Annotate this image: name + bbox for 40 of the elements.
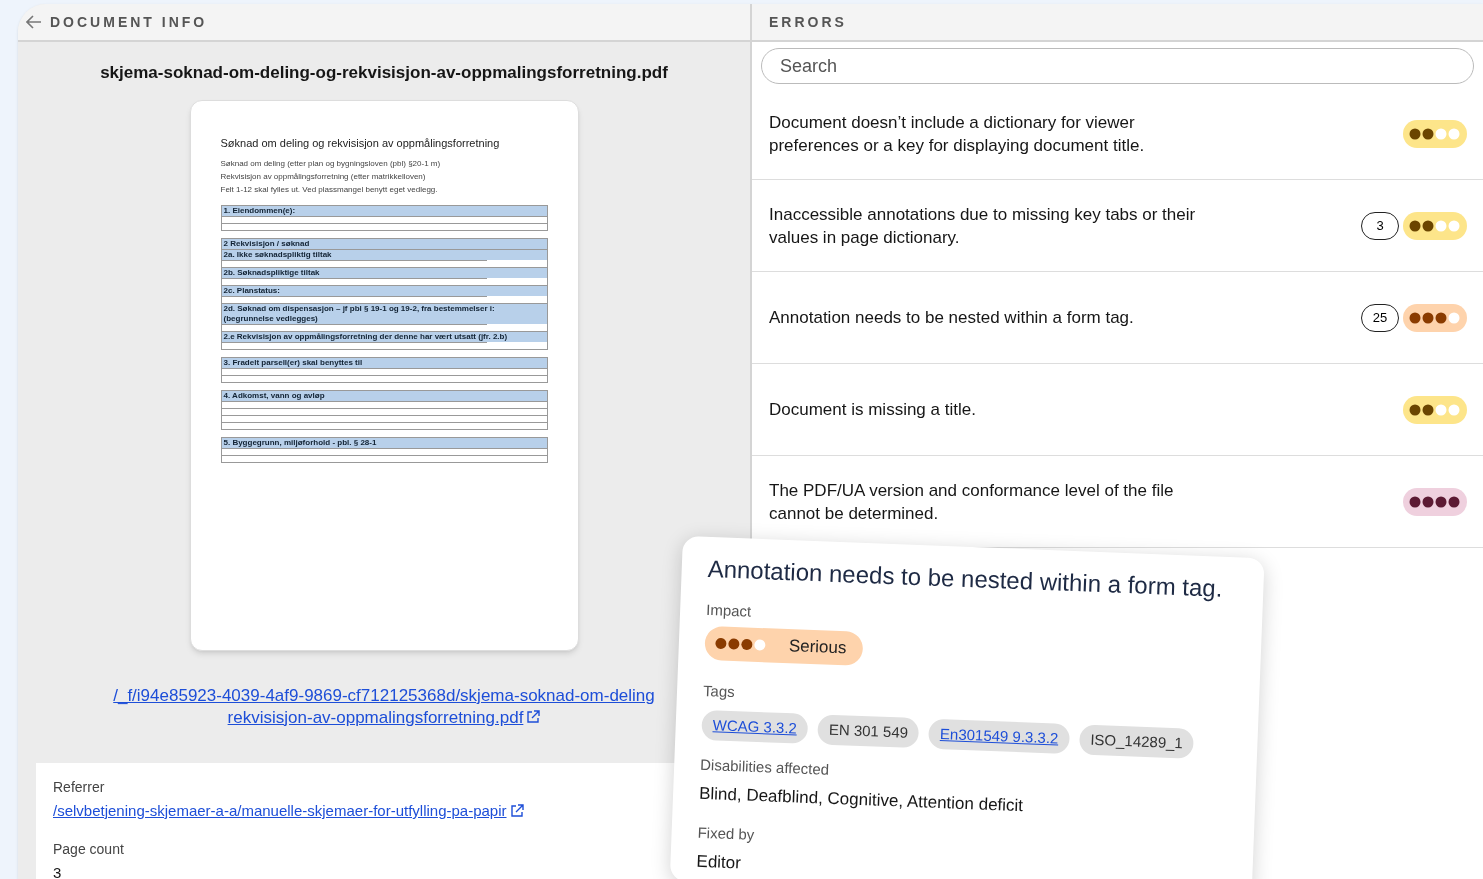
section-heading: 5. Byggegrunn, miljøforhold - pbl. § 28-1	[221, 438, 547, 448]
tag: EN 301 549	[817, 714, 920, 749]
field-label: Page count	[53, 839, 124, 859]
field-value: Blind, Deafblind, Cognitive, Attention deficit	[698, 782, 1025, 817]
section-heading: 2.e Rekvisisjon av oppmålingsforretning der denne har vært utsatt (jfr. 2.b)	[221, 331, 547, 342]
field-label: Tags	[702, 680, 737, 702]
field-label: Fixed by	[697, 822, 756, 845]
section-heading: 2a. Ikke søknadspliktig tiltak	[221, 249, 547, 260]
panel-title: DOCUMENT INFO	[50, 12, 208, 32]
tag-link[interactable]: WCAG 3.3.2	[701, 709, 809, 744]
error-row[interactable]: Annotation needs to be nested within a form tag. 25	[752, 272, 1483, 364]
document-text: Felt 1-12 skal fylles ut. Ved plassmangel benytt eget vedlegg.	[220, 185, 439, 195]
file-link[interactable]: /_f/i94e85923-4039-4af9-9869-cf712125368d/skjema-soknad-om-deling rekvisisjon-av-oppmalingsforretning.pdf	[113, 684, 655, 729]
document-text: Rekvisisjon av oppmålingsforretning (etter matrikkelloven)	[220, 172, 427, 182]
external-link-icon	[526, 709, 541, 724]
section-heading: 4. Adkomst, vann og avløp	[221, 391, 547, 401]
document-title: Søknad om deling og rekvisisjon av oppmålingsforretning	[220, 135, 501, 151]
field-label: Referrer	[53, 778, 105, 797]
external-link-icon	[509, 804, 524, 819]
section-heading: 2c. Planstatus:	[221, 285, 547, 296]
field-value: 3	[53, 862, 62, 879]
section-heading: 2b. Søknadspliktige tiltak	[221, 267, 547, 278]
back-arrow-icon[interactable]	[26, 15, 42, 29]
panel-title: ERRORS	[769, 12, 847, 32]
impact-pill: Serious	[704, 625, 864, 666]
section-heading: 1. Eiendommen(e):	[221, 206, 547, 216]
search-field[interactable]: Search	[761, 48, 1474, 84]
file-name: skjema-soknad-om-deling-og-rekvisisjon-av-oppmalingsforretning.pdf	[100, 62, 668, 84]
error-row[interactable]: Document doesn’t include a dictionary for viewer preferences or a key for displaying document title.	[752, 88, 1483, 180]
section-heading: 2d. Søknad om dispensasjon – jf pbl § 19-1 og 19-2, fra bestemmelser i: (begrunnelse vedlegges)	[221, 303, 547, 324]
error-row[interactable]: Inaccessible annotations due to missing key tabs or their values in page dictionary. 3	[752, 180, 1483, 272]
referrer-link[interactable]: /selvbetjening-skjemaer-a-a/manuelle-skjemaer-for-utfylling-pa-papir	[53, 800, 507, 823]
field-value: Editor	[696, 850, 743, 874]
tag: ISO_14289_1	[1078, 724, 1195, 759]
section-heading: 2 Rekvisisjon / søknad	[221, 239, 547, 249]
field-label: Disabilities affected	[699, 754, 831, 780]
document-text: Søknad om deling (etter plan og bygningsloven (pbl) §20-1 m)	[220, 159, 442, 169]
error-row[interactable]: Document is missing a title.	[752, 364, 1483, 456]
tag-link[interactable]: En301549 9.3.3.2	[928, 718, 1070, 754]
section-heading: 3. Fradelt parsell(er) skal benyttes til	[221, 358, 547, 368]
